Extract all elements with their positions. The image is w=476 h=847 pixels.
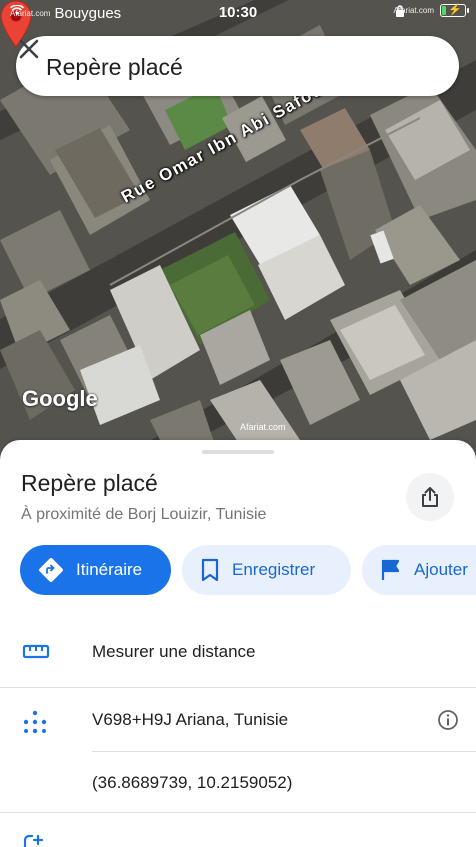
add-label-button[interactable]: Ajouter: [362, 545, 476, 595]
divider: [0, 812, 476, 813]
satellite-map[interactable]: Rue Omar Ibn Abi Safouane Google Afariat…: [0, 0, 476, 460]
status-bar: Afariat.com Bouygues 10:30 Afariat.com ⚡: [0, 0, 476, 28]
place-subtitle: À proximité de Borj Louizir, Tunisie: [21, 506, 267, 523]
status-right: Afariat.com ⚡: [394, 4, 469, 17]
coordinates-text: (36.8689739, 10.2159052): [92, 773, 293, 792]
place-title: Repère placé: [21, 470, 158, 496]
lock-rotation-icon: [395, 5, 404, 17]
place-bottom-sheet[interactable]: Repère placé À proximité de Borj Louizir…: [0, 440, 476, 847]
google-logo: Google: [22, 386, 98, 411]
plus-code-row[interactable]: V698+H9J Ariana, Tunisie: [0, 698, 476, 748]
directions-icon: [39, 558, 63, 582]
charging-icon: ⚡: [448, 4, 462, 16]
search-card[interactable]: Repère placé: [16, 36, 459, 96]
battery-icon: ⚡: [440, 4, 469, 17]
add-label: Ajouter: [414, 560, 468, 579]
flag-icon: [381, 559, 400, 580]
share-button[interactable]: [406, 473, 454, 521]
directions-button[interactable]: Itinéraire: [20, 545, 171, 595]
battery-level: [442, 6, 447, 15]
bookmark-icon: [201, 558, 219, 582]
add-place-icon: [23, 834, 44, 847]
drag-handle[interactable]: [202, 450, 274, 454]
directions-label: Itinéraire: [76, 560, 143, 579]
next-row-partial[interactable]: [0, 830, 476, 847]
coordinates-row[interactable]: (36.8689739, 10.2159052): [0, 762, 476, 812]
close-icon[interactable]: [16, 36, 42, 62]
divider: [92, 751, 476, 752]
plus-code-icon: [23, 710, 47, 734]
divider: [0, 687, 476, 688]
share-icon: [422, 487, 438, 507]
measure-distance-row[interactable]: Mesurer une distance: [0, 630, 476, 686]
measure-distance-label: Mesurer une distance: [92, 642, 256, 661]
search-title[interactable]: Repère placé: [46, 54, 183, 81]
ruler-icon: [22, 644, 50, 659]
save-button[interactable]: Enregistrer: [182, 545, 351, 595]
map-watermark: Afariat.com: [240, 422, 286, 432]
plus-code-text: V698+H9J Ariana, Tunisie: [92, 710, 289, 729]
save-label: Enregistrer: [232, 560, 316, 579]
info-icon[interactable]: [437, 709, 459, 731]
action-chips: Itinéraire Enregistrer Ajouter: [20, 545, 476, 595]
